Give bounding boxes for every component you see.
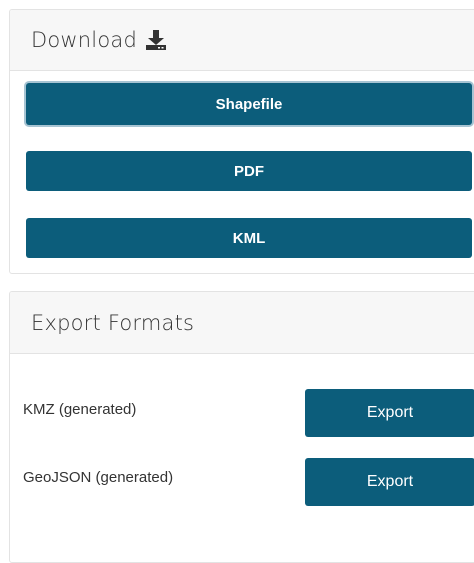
pdf-button[interactable]: PDF: [26, 151, 472, 191]
kmz-export-button[interactable]: Export: [305, 389, 474, 437]
export-panel-header: Export Formats: [10, 292, 474, 354]
export-title: Export Formats: [31, 310, 195, 335]
download-icon: [145, 29, 167, 51]
kml-button[interactable]: KML: [26, 218, 472, 258]
kmz-format-label: KMZ (generated): [23, 401, 137, 418]
export-panel: Export Formats KMZ (generated) Export Ge…: [9, 291, 474, 563]
geojson-export-button[interactable]: Export: [305, 458, 474, 506]
shapefile-button[interactable]: Shapefile: [26, 83, 472, 125]
download-title: Download: [31, 28, 137, 52]
geojson-format-label: GeoJSON (generated): [23, 469, 174, 486]
download-panel-header: Download: [10, 10, 474, 71]
download-panel: Download Shapefile PDF KML: [9, 9, 474, 274]
